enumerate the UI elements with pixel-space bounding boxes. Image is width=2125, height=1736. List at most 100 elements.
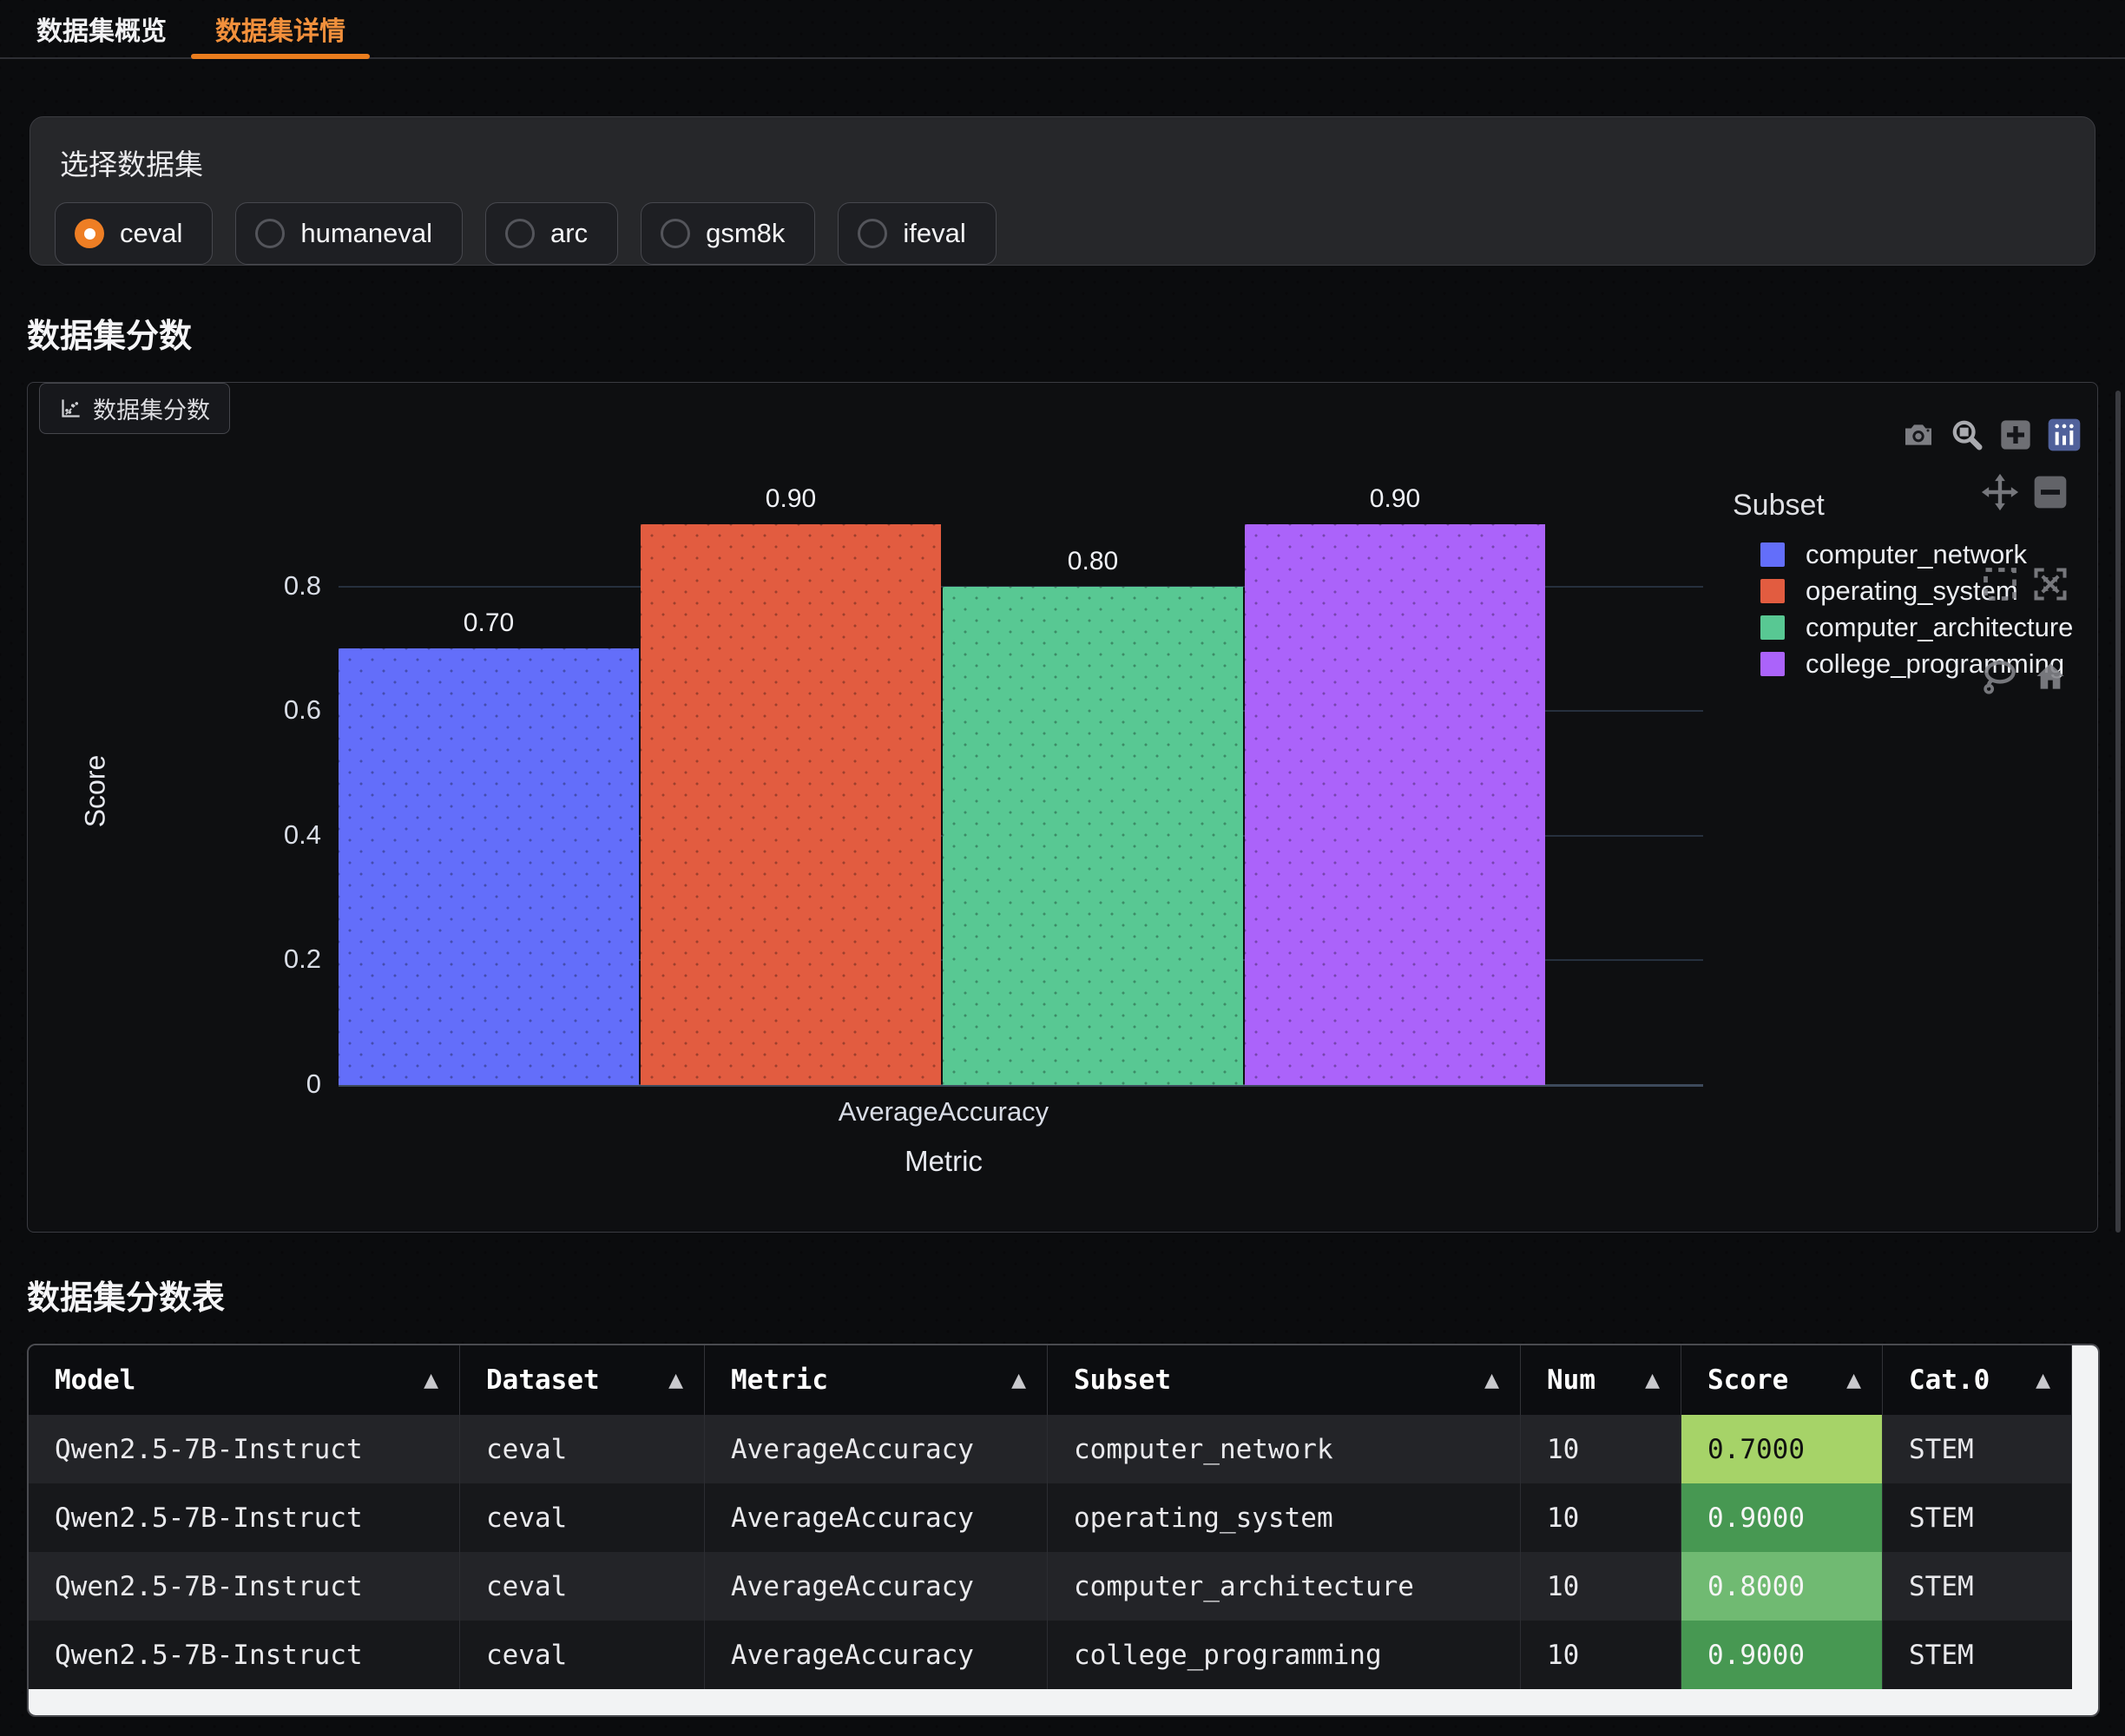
plot-area: 00.20.40.60.8 0.700.900.800.90 Score Ave… xyxy=(28,383,2097,1232)
home-icon[interactable] xyxy=(2031,657,2069,695)
active-tab-underline xyxy=(191,54,370,59)
plotly-modebar-floating xyxy=(1981,473,2082,695)
tab-bar: 数据集概览 数据集详情 xyxy=(0,0,2125,59)
radio-label: humaneval xyxy=(300,218,432,249)
sort-icon[interactable]: ▲ xyxy=(1645,1370,1660,1391)
cell-subset: operating_system xyxy=(1048,1483,1521,1552)
column-label: Score xyxy=(1707,1364,1788,1396)
radio-unselected-icon xyxy=(858,219,887,248)
cell-dataset: ceval xyxy=(460,1415,705,1483)
column-header-score[interactable]: Score ▲ xyxy=(1681,1345,1883,1415)
sort-icon[interactable]: ▲ xyxy=(424,1370,438,1391)
bar-college_programming xyxy=(1245,524,1545,1085)
x-tick-label: AverageAccuracy xyxy=(339,1096,1549,1128)
cell-metric: AverageAccuracy xyxy=(705,1552,1048,1621)
radio-unselected-icon xyxy=(255,219,285,248)
cell-category: STEM xyxy=(1883,1415,2072,1483)
cell-category: STEM xyxy=(1883,1483,2072,1552)
table-horizontal-scrollbar[interactable] xyxy=(29,1689,2072,1715)
column-header-metric[interactable]: Metric ▲ xyxy=(705,1345,1048,1415)
plotly-modebar xyxy=(1901,418,2082,452)
cell-num: 10 xyxy=(1521,1415,1681,1483)
column-header-num[interactable]: Num▲ xyxy=(1521,1345,1681,1415)
dataset-selector-panel: 选择数据集 ceval humaneval arc gsm8k ifeval xyxy=(30,116,2095,266)
cell-subset: computer_architecture xyxy=(1048,1552,1521,1621)
box-select-icon[interactable] xyxy=(1981,565,2019,603)
zoom-out-icon[interactable] xyxy=(2031,473,2069,511)
scores-table-grid: Model▲ Dataset ▲ Metric ▲ Subset ▲ Num▲ Sco… xyxy=(29,1345,2072,1689)
pan-icon[interactable] xyxy=(1981,473,2019,511)
radio-unselected-icon xyxy=(661,219,690,248)
radio-ifeval[interactable]: ifeval xyxy=(838,202,996,265)
lasso-icon[interactable] xyxy=(1981,657,2019,695)
y-tick-label: 0.6 xyxy=(28,694,321,726)
cell-metric: AverageAccuracy xyxy=(705,1415,1048,1483)
chart-panel-label-text: 数据集分数 xyxy=(93,391,210,425)
column-label: Metric xyxy=(731,1364,828,1396)
sort-icon[interactable]: ▲ xyxy=(1011,1370,1026,1391)
cell-score: 0.7000 xyxy=(1681,1415,1883,1483)
camera-icon[interactable] xyxy=(1901,418,1936,452)
bar-value-label: 0.80 xyxy=(943,547,1243,576)
radio-arc[interactable]: arc xyxy=(485,202,618,265)
scores-table: Model▲ Dataset ▲ Metric ▲ Subset ▲ Num▲ Sco… xyxy=(27,1344,2100,1717)
radio-unselected-icon xyxy=(505,219,535,248)
cell-score: 0.8000 xyxy=(1681,1552,1883,1621)
column-label: Subset xyxy=(1074,1364,1171,1396)
radio-label: arc xyxy=(550,218,588,249)
sort-icon[interactable]: ▲ xyxy=(668,1370,683,1391)
bar-value-label: 0.90 xyxy=(1245,484,1545,514)
legend-swatch-icon xyxy=(1760,542,1785,567)
cell-category: STEM xyxy=(1883,1552,2072,1621)
plotly-logo-icon[interactable] xyxy=(2047,418,2082,452)
tab-dataset-overview[interactable]: 数据集概览 xyxy=(12,0,191,57)
dataset-radio-group: ceval humaneval arc gsm8k ifeval xyxy=(55,202,2070,265)
cell-subset: college_programming xyxy=(1048,1621,1521,1689)
cell-score: 0.9000 xyxy=(1681,1483,1883,1552)
page-root: 数据集概览 数据集详情 选择数据集 ceval humaneval arc xyxy=(0,0,2125,1736)
sort-icon[interactable]: ▲ xyxy=(2036,1370,2050,1391)
autoscale-icon[interactable] xyxy=(2031,565,2069,603)
cell-metric: AverageAccuracy xyxy=(705,1621,1048,1689)
radio-ceval[interactable]: ceval xyxy=(55,202,213,265)
cell-category: STEM xyxy=(1883,1621,2072,1689)
chart-panel: 00.20.40.60.8 0.700.900.800.90 Score Ave… xyxy=(27,382,2098,1233)
table-vertical-scrollbar[interactable] xyxy=(2072,1345,2098,1715)
radio-label: gsm8k xyxy=(706,218,785,249)
cell-num: 10 xyxy=(1521,1483,1681,1552)
bar-value-label: 0.90 xyxy=(641,484,941,514)
tab-dataset-details[interactable]: 数据集详情 xyxy=(191,0,370,57)
tab-label: 数据集概览 xyxy=(36,10,167,48)
legend-swatch-icon xyxy=(1760,615,1785,640)
y-axis-title: Score xyxy=(80,696,112,887)
column-header-subset[interactable]: Subset ▲ xyxy=(1048,1345,1521,1415)
sort-icon[interactable]: ▲ xyxy=(1846,1370,1861,1391)
bar-computer_network xyxy=(339,648,639,1085)
cell-dataset: ceval xyxy=(460,1552,705,1621)
radio-humaneval[interactable]: humaneval xyxy=(235,202,463,265)
bar-operating_system xyxy=(641,524,941,1085)
scatter-plot-icon xyxy=(59,397,82,420)
legend-swatch-icon xyxy=(1760,579,1785,603)
cell-metric: AverageAccuracy xyxy=(705,1483,1048,1552)
column-header-model[interactable]: Model▲ xyxy=(29,1345,460,1415)
zoom-icon[interactable] xyxy=(1950,418,1984,452)
sort-icon[interactable]: ▲ xyxy=(1484,1370,1499,1391)
chart-panel-label: 数据集分数 xyxy=(39,383,230,434)
column-header-dataset[interactable]: Dataset ▲ xyxy=(460,1345,705,1415)
x-axis-title: Metric xyxy=(339,1145,1549,1178)
tab-label: 数据集详情 xyxy=(215,10,345,48)
radio-label: ceval xyxy=(120,218,182,249)
column-label: Dataset xyxy=(486,1364,600,1396)
plus-icon[interactable] xyxy=(1998,418,2033,452)
y-tick-label: 0.4 xyxy=(28,819,321,851)
column-header-cat0[interactable]: Cat.0 ▲ xyxy=(1883,1345,2072,1415)
radio-gsm8k[interactable]: gsm8k xyxy=(641,202,815,265)
page-scrollbar-thumb[interactable] xyxy=(2115,391,2121,1233)
column-label: Cat.0 xyxy=(1909,1364,1990,1396)
cell-dataset: ceval xyxy=(460,1483,705,1552)
bar-computer_architecture xyxy=(943,587,1243,1085)
y-tick-label: 0.2 xyxy=(28,944,321,975)
cell-score: 0.9000 xyxy=(1681,1621,1883,1689)
radio-selected-icon xyxy=(75,219,104,248)
